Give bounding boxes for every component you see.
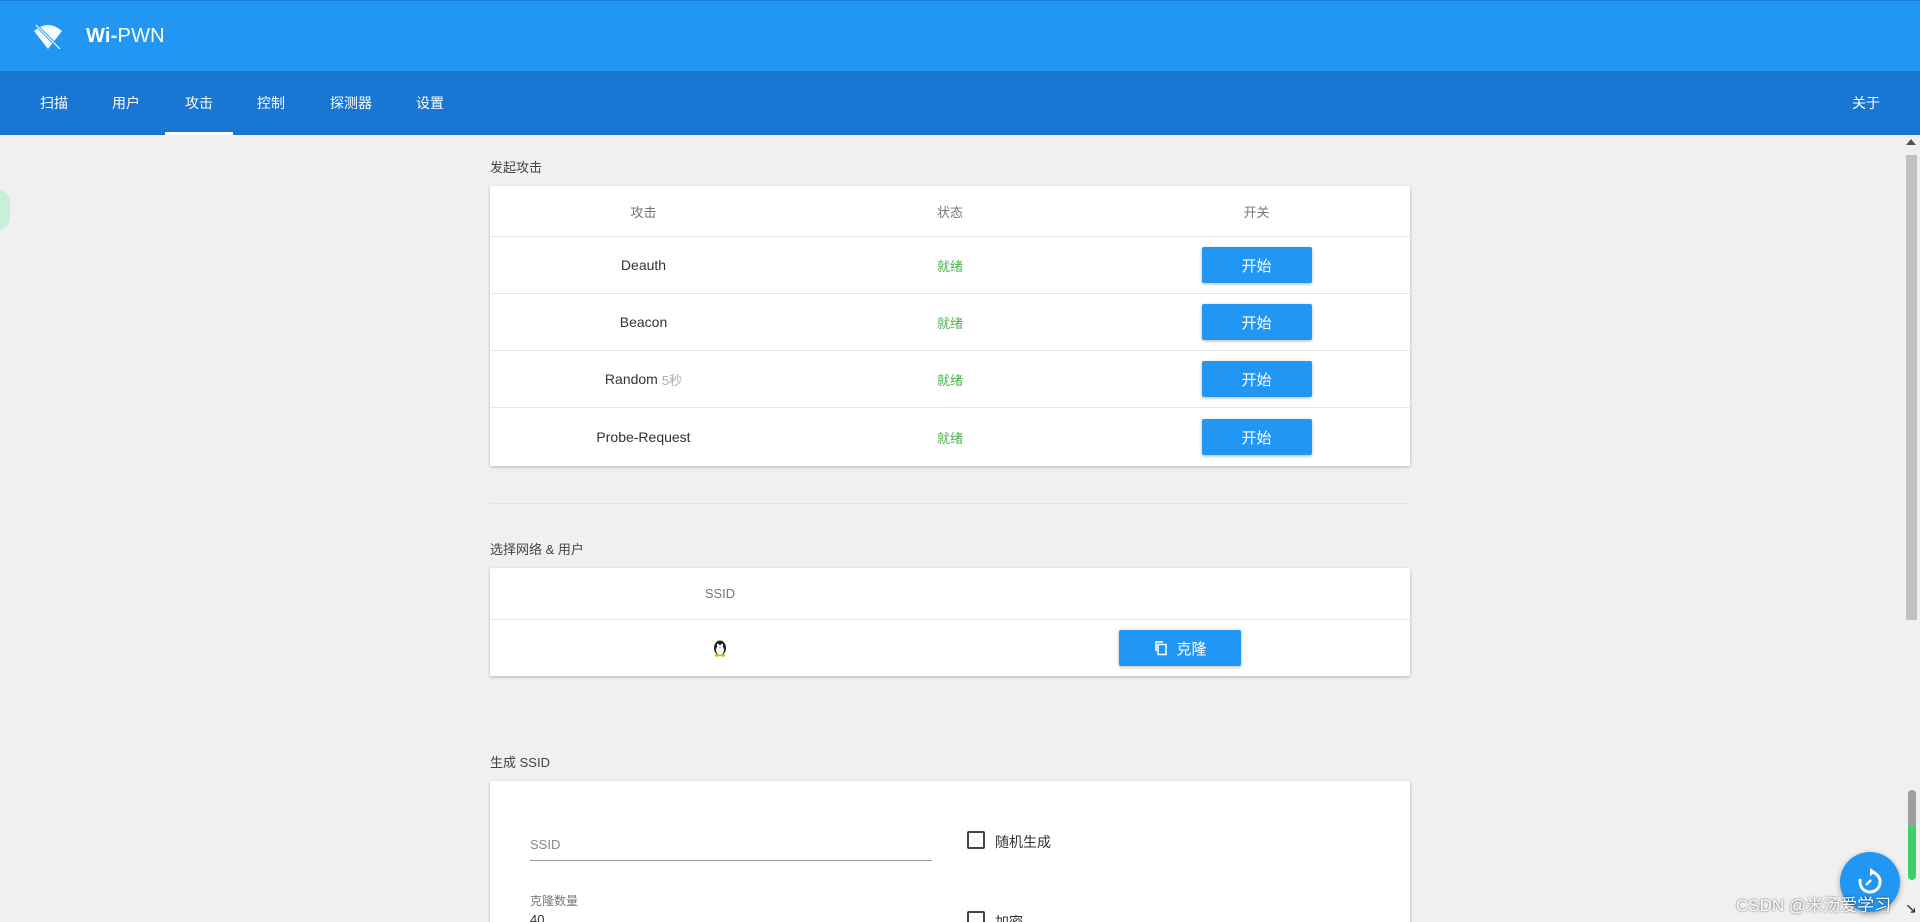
- nav-tab-control[interactable]: 控制: [237, 71, 305, 135]
- generate-section-title: 生成 SSID: [490, 755, 550, 770]
- nav-tab-settings[interactable]: 设置: [396, 71, 464, 135]
- nav-tab-attack[interactable]: 攻击: [165, 71, 233, 135]
- header-toggle: 开关: [1243, 204, 1270, 220]
- copy-icon: [1155, 641, 1168, 656]
- random-generate-checkbox[interactable]: [967, 831, 985, 849]
- main-nav: 扫描 用户 攻击 控制 探测器 设置 关于: [0, 71, 1920, 135]
- section-divider: [490, 503, 1410, 504]
- watermark-text: CSDN @米汤爱学习: [1736, 896, 1892, 915]
- clone-button[interactable]: 克隆: [1119, 630, 1241, 666]
- attack-name: Beacon: [619, 314, 668, 330]
- clone-count-input[interactable]: 40: [530, 912, 544, 922]
- header-status: 状态: [936, 204, 963, 220]
- attack-name-cell: Random 5秒: [490, 351, 797, 407]
- table-row: 克隆: [490, 620, 1410, 676]
- nav-tab-scan[interactable]: 扫描: [20, 71, 88, 135]
- table-row: Beacon 就绪 开始: [490, 294, 1410, 351]
- attack-name: Probe-Request: [596, 429, 691, 445]
- attack-table-header: 攻击 状态 开关: [490, 186, 1410, 237]
- wifi-off-logo-icon: [34, 23, 62, 51]
- app-title: Wi-PWN: [86, 25, 165, 47]
- scrollbar-thumb[interactable]: [1906, 155, 1917, 620]
- table-row: Random 5秒 就绪 开始: [490, 351, 1410, 408]
- side-handle[interactable]: [0, 190, 10, 230]
- side-progress-indicator: [1908, 790, 1916, 880]
- status-badge: 就绪: [936, 258, 963, 274]
- attack-name: Deauth: [620, 257, 667, 273]
- start-beacon-button[interactable]: 开始: [1201, 304, 1312, 340]
- encrypt-checkbox[interactable]: [967, 911, 985, 922]
- header-attack: 攻击: [630, 204, 657, 220]
- attack-section-title: 发起攻击: [490, 160, 543, 175]
- start-random-button[interactable]: 开始: [1201, 361, 1312, 397]
- header-ssid: SSID: [704, 586, 736, 601]
- network-table: SSID 克隆: [490, 568, 1410, 676]
- start-probe-request-button[interactable]: 开始: [1201, 419, 1312, 455]
- network-table-header: SSID: [490, 568, 1410, 620]
- start-deauth-button[interactable]: 开始: [1201, 247, 1312, 283]
- status-badge: 就绪: [936, 372, 963, 388]
- nav-tab-users[interactable]: 用户: [92, 71, 160, 135]
- clone-count-label: 克隆数量: [530, 894, 579, 908]
- resize-corner-icon: ↘: [1905, 900, 1917, 916]
- table-row: Deauth 就绪 开始: [490, 237, 1410, 294]
- app-header: Wi-PWN: [0, 0, 1920, 71]
- ssid-input-underline: [530, 860, 932, 861]
- nav-about[interactable]: 关于: [1832, 71, 1900, 135]
- attack-name: Random: [604, 371, 658, 387]
- random-generate-label: 随机生成: [995, 834, 1051, 850]
- encrypt-label: 加密: [995, 914, 1023, 922]
- status-badge: 就绪: [936, 430, 963, 446]
- attack-interval: 5秒: [661, 372, 683, 388]
- status-badge: 就绪: [936, 315, 963, 331]
- scroll-up-arrow-icon[interactable]: [1906, 139, 1916, 145]
- generate-ssid-card: [490, 781, 1410, 922]
- clone-button-label: 克隆: [1176, 640, 1207, 658]
- select-section-title: 选择网络 & 用户: [490, 542, 584, 557]
- penguin-icon: [714, 640, 726, 657]
- table-row: Probe-Request 就绪 开始: [490, 408, 1410, 466]
- ssid-input[interactable]: SSID: [530, 837, 560, 852]
- nav-tab-detector[interactable]: 探测器: [310, 71, 392, 135]
- attack-table: 攻击 状态 开关 Deauth 就绪 开始 Beacon 就绪 开始 Rando…: [490, 186, 1410, 466]
